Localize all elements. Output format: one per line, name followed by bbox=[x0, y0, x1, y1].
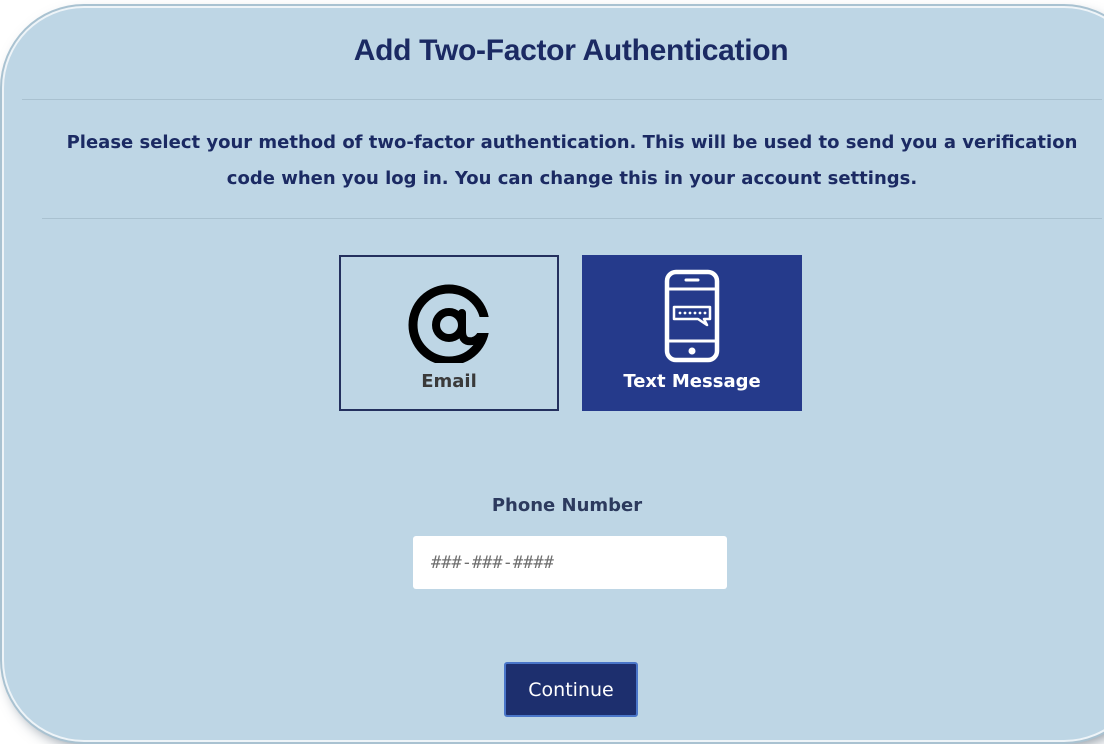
method-option-email[interactable]: Email bbox=[339, 255, 559, 411]
method-option-text-message[interactable]: Text Message bbox=[582, 255, 802, 411]
phone-number-input[interactable] bbox=[413, 536, 727, 589]
method-label-email: Email bbox=[421, 371, 477, 392]
two-factor-dialog: Add Two-Factor Authentication Please sel… bbox=[4, 8, 1104, 740]
method-label-text-message: Text Message bbox=[623, 371, 761, 392]
dialog-title: Add Two-Factor Authentication bbox=[353, 34, 789, 67]
title-divider bbox=[22, 99, 1102, 100]
at-sign-icon bbox=[401, 283, 497, 367]
description-divider bbox=[42, 218, 1102, 219]
page: Add Two-Factor Authentication Please sel… bbox=[0, 0, 1104, 744]
continue-button[interactable]: Continue bbox=[504, 662, 638, 717]
phone-number-label: Phone Number bbox=[491, 495, 643, 516]
dialog-description: Please select your method of two-factor … bbox=[66, 132, 1078, 189]
smartphone-message-icon bbox=[662, 269, 722, 369]
